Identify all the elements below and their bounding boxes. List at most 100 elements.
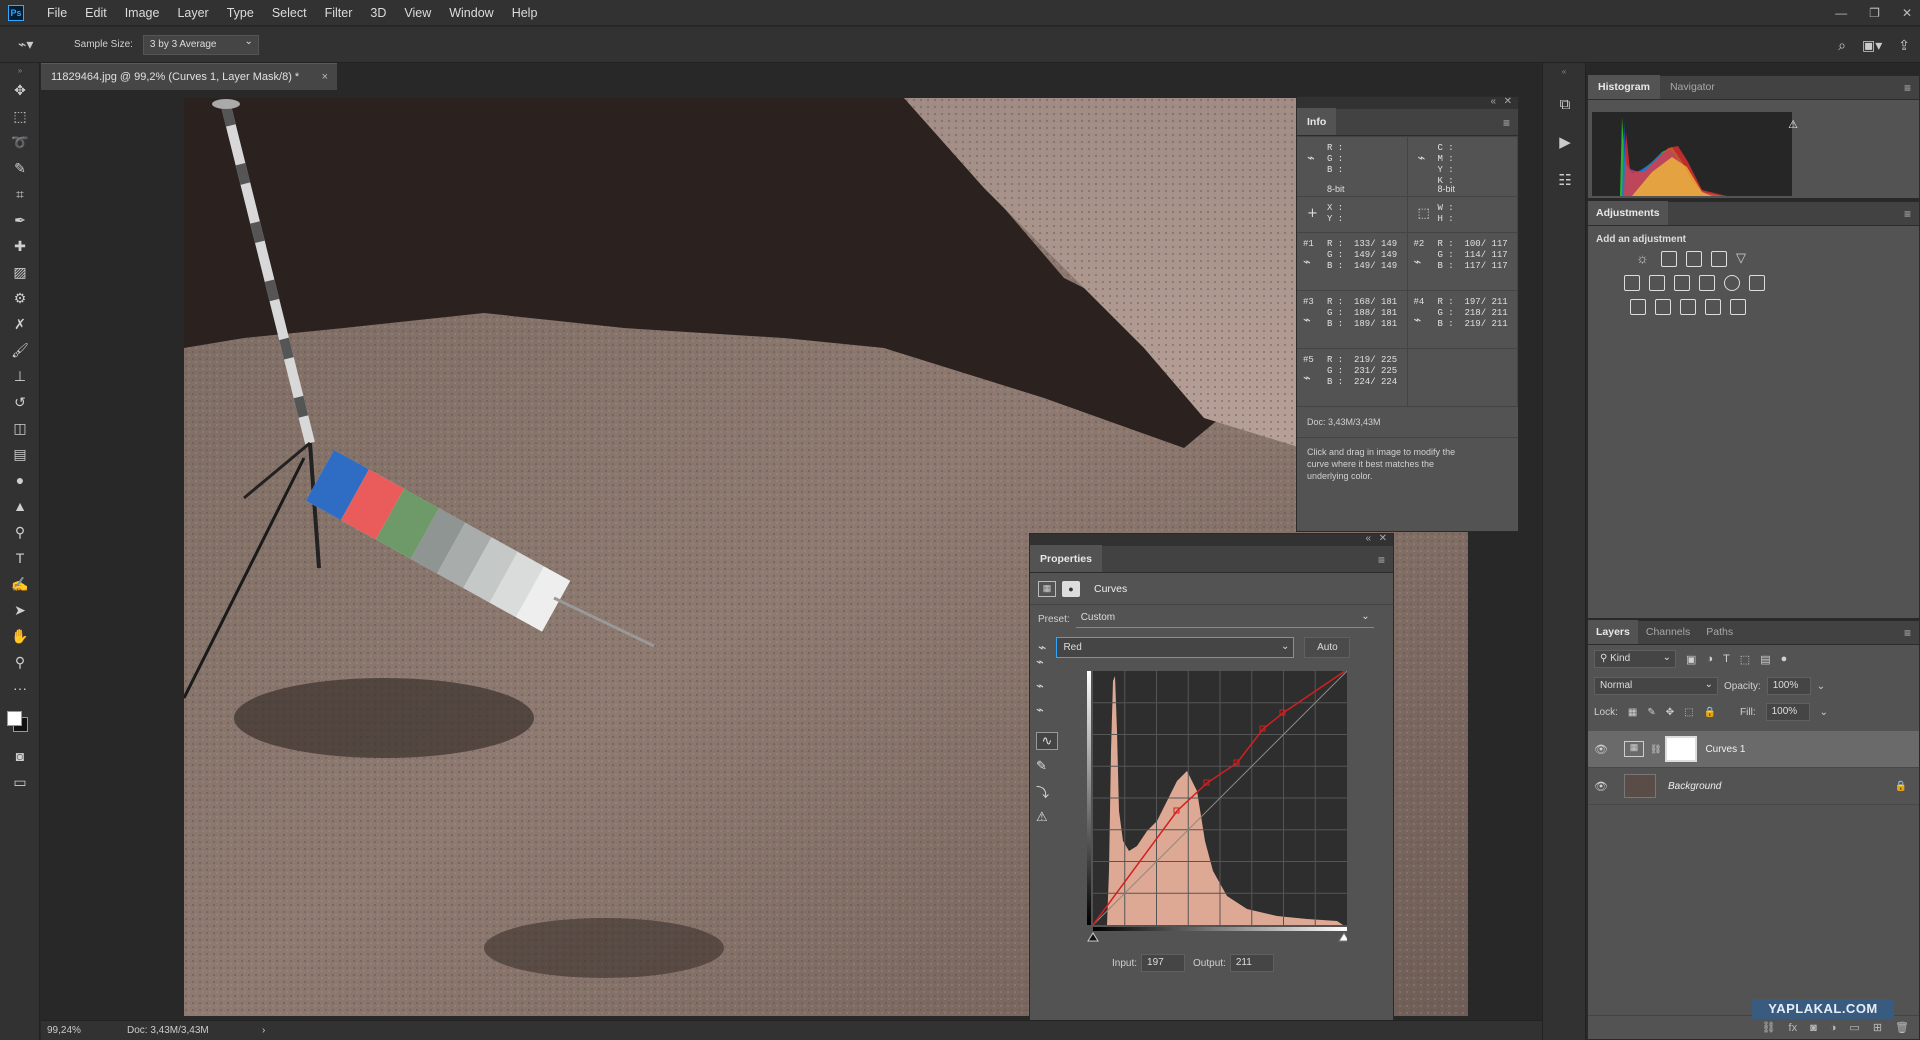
tab-info[interactable]: Info bbox=[1297, 108, 1337, 135]
on-image-adjust-icon[interactable]: ⌁ bbox=[1038, 639, 1046, 656]
collapse-toolbar-icon[interactable]: » bbox=[0, 63, 40, 77]
color-lookup-icon[interactable] bbox=[1749, 275, 1765, 291]
menu-view[interactable]: View bbox=[395, 0, 440, 26]
crop-tool-icon[interactable]: ⌗ bbox=[0, 181, 40, 207]
auto-button[interactable]: Auto bbox=[1304, 636, 1351, 658]
share-icon[interactable]: ⇪ bbox=[1898, 37, 1910, 54]
filter-type-icon[interactable]: T bbox=[1723, 653, 1730, 665]
selective-color-icon[interactable] bbox=[1705, 299, 1721, 315]
stamp-tool-icon[interactable]: ⚙ bbox=[0, 285, 40, 311]
layer-style-icon[interactable]: fx bbox=[1789, 1022, 1798, 1034]
document-tab[interactable]: 11829464.jpg @ 99,2% (Curves 1, Layer Ma… bbox=[41, 63, 337, 90]
healing-brush-tool-icon[interactable]: ✚ bbox=[0, 233, 40, 259]
curves-graph[interactable] bbox=[1087, 670, 1350, 942]
actions-panel-icon[interactable]: ▶ bbox=[1543, 123, 1587, 161]
visibility-eye-icon[interactable]: 👁 bbox=[1588, 743, 1614, 756]
curves-svg[interactable] bbox=[1087, 670, 1350, 951]
curves-adjustment-icon[interactable]: ▦ bbox=[1038, 580, 1056, 597]
link-layers-icon[interactable]: ⛓ bbox=[1762, 1021, 1776, 1034]
menu-window[interactable]: Window bbox=[440, 0, 502, 26]
clone-stamp-tool-icon[interactable]: ⊥ bbox=[0, 363, 40, 389]
delete-layer-icon[interactable]: 🗑 bbox=[1895, 1021, 1909, 1034]
layer-name[interactable]: Curves 1 bbox=[1705, 744, 1745, 755]
quick-select-tool-icon[interactable]: ✎ bbox=[0, 155, 40, 181]
tab-navigator[interactable]: Navigator bbox=[1660, 75, 1725, 99]
workspace-icon[interactable]: ▣▾ bbox=[1862, 37, 1882, 54]
path-selection-tool-icon[interactable]: ➤ bbox=[0, 597, 40, 623]
cache-warning-icon[interactable]: ⚠ bbox=[1788, 118, 1798, 131]
more-tools-icon[interactable]: ··· bbox=[0, 675, 40, 701]
mask-link-icon[interactable]: ⛓ bbox=[1650, 744, 1661, 755]
add-mask-icon[interactable]: ◙ bbox=[1810, 1022, 1817, 1034]
sample-size-select[interactable]: 3 by 3 Average bbox=[142, 34, 259, 55]
panel-menu-icon[interactable]: ≡ bbox=[1503, 116, 1510, 130]
menu-filter[interactable]: Filter bbox=[316, 0, 362, 26]
smooth-curve-icon[interactable]: ⤵ bbox=[1036, 782, 1058, 801]
minimize-icon[interactable]: — bbox=[1835, 6, 1847, 20]
filter-adjustment-icon[interactable]: ◑ bbox=[1706, 653, 1713, 665]
layer-name[interactable]: Background bbox=[1668, 781, 1721, 792]
curve-edit-points-icon[interactable]: ∿ bbox=[1036, 732, 1058, 750]
filter-shape-icon[interactable]: ⬚ bbox=[1740, 653, 1750, 666]
zoom-level[interactable]: 99,24% bbox=[47, 1025, 107, 1036]
input-field[interactable]: 197 bbox=[1141, 954, 1186, 972]
panel-menu-icon[interactable]: ≡ bbox=[1378, 553, 1385, 567]
lock-position-icon[interactable]: ✥ bbox=[1666, 707, 1674, 718]
tab-channels[interactable]: Channels bbox=[1638, 620, 1698, 644]
menu-select[interactable]: Select bbox=[263, 0, 316, 26]
panel-menu-icon[interactable]: ≡ bbox=[1904, 81, 1911, 95]
tab-layers[interactable]: Layers bbox=[1588, 620, 1638, 644]
color-swatches[interactable] bbox=[0, 701, 40, 743]
layer-filter-kind[interactable]: ⚲ Kind ⌄ bbox=[1594, 650, 1676, 668]
opacity-field[interactable]: 100% bbox=[1766, 677, 1811, 695]
properties-panel-icon[interactable]: ☷ bbox=[1543, 161, 1587, 199]
tab-adjustments[interactable]: Adjustments bbox=[1588, 201, 1668, 225]
menu-file[interactable]: File bbox=[38, 0, 76, 26]
collapse-strip-icon[interactable]: « bbox=[1543, 63, 1585, 85]
channel-select[interactable]: Red ⌄ bbox=[1056, 636, 1295, 658]
chevron-down-icon[interactable]: ⌄ bbox=[1820, 707, 1828, 718]
eraser-tool-icon[interactable]: ◫ bbox=[0, 415, 40, 441]
collapse-panel-icon[interactable]: « bbox=[1490, 96, 1496, 107]
content-aware-move-icon[interactable]: ✗ bbox=[0, 311, 40, 337]
blur-tool-icon[interactable]: ● bbox=[0, 467, 40, 493]
history-brush-tool-icon[interactable]: ↺ bbox=[0, 389, 40, 415]
tab-histogram[interactable]: Histogram bbox=[1588, 75, 1660, 99]
threshold-icon[interactable] bbox=[1680, 299, 1696, 315]
dodge-tool-icon[interactable]: ⚲ bbox=[0, 519, 40, 545]
zoom-tool-icon[interactable]: ⚲ bbox=[0, 649, 40, 675]
restore-icon[interactable]: ❐ bbox=[1869, 6, 1880, 20]
filter-pixel-icon[interactable]: ▣ bbox=[1686, 653, 1696, 666]
layer-row-background[interactable]: 👁 Background 🔒 bbox=[1588, 768, 1919, 805]
black-white-icon[interactable] bbox=[1674, 275, 1690, 291]
tab-properties[interactable]: Properties bbox=[1030, 545, 1102, 572]
type-tool-icon[interactable]: T bbox=[0, 545, 40, 571]
color-balance-icon[interactable] bbox=[1649, 275, 1665, 291]
move-tool-icon[interactable]: ✥ bbox=[0, 77, 40, 103]
hand-tool-icon[interactable]: ✋ bbox=[0, 623, 40, 649]
photo-filter-icon[interactable] bbox=[1699, 275, 1715, 291]
menu-help[interactable]: Help bbox=[503, 0, 547, 26]
lock-all-icon[interactable]: 🔒 bbox=[1704, 707, 1716, 718]
close-window-icon[interactable]: ✕ bbox=[1902, 6, 1912, 20]
close-panel-icon[interactable]: ✕ bbox=[1504, 96, 1512, 107]
pen-tool-icon[interactable]: ✍ bbox=[0, 571, 40, 597]
menu-image[interactable]: Image bbox=[116, 0, 169, 26]
exposure-icon[interactable] bbox=[1711, 251, 1727, 267]
black-point-eyedropper-icon[interactable]: ⌁ bbox=[1036, 654, 1058, 670]
menu-edit[interactable]: Edit bbox=[76, 0, 116, 26]
new-layer-icon[interactable]: ⊞ bbox=[1873, 1021, 1882, 1034]
invert-icon[interactable] bbox=[1630, 299, 1646, 315]
canvas-area[interactable]: « ✕ Info ≡ ⌁ R : G : B : 8-bit ⌁ C : M : … bbox=[41, 90, 1542, 1040]
eyedropper-tool-preset-icon[interactable]: ⌁▾ bbox=[18, 36, 48, 53]
patch-tool-icon[interactable]: ▨ bbox=[0, 259, 40, 285]
layer-mask-thumbnail[interactable] bbox=[1665, 736, 1698, 762]
filter-smart-object-icon[interactable]: ▤ bbox=[1760, 653, 1770, 666]
levels-icon[interactable] bbox=[1661, 251, 1677, 267]
curve-draw-pencil-icon[interactable]: ✎ bbox=[1036, 758, 1058, 774]
screen-mode-icon[interactable]: ▭ bbox=[0, 769, 40, 795]
eyedropper-tool-icon[interactable]: ✒ bbox=[0, 207, 40, 233]
gradient-map-icon[interactable] bbox=[1730, 299, 1746, 315]
close-document-icon[interactable]: × bbox=[322, 71, 328, 83]
gray-point-eyedropper-icon[interactable]: ⌁ bbox=[1036, 678, 1058, 694]
